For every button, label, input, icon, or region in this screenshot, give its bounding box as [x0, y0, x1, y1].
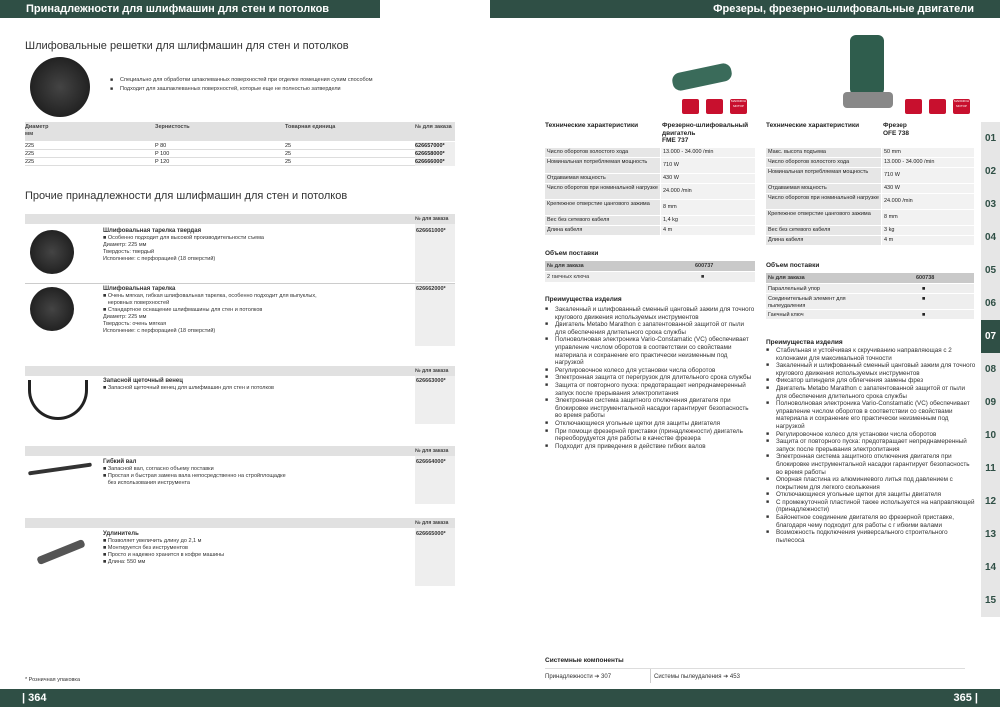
- grid-image: [30, 57, 90, 117]
- chapter-tab-03[interactable]: 03: [981, 188, 1000, 221]
- grid-table: 225 P 80 25 626657000* 225 P 100 25 626658000* 2…: [25, 142, 455, 166]
- advantage-item: Фиксатор шпинделя для облегчения замены …: [766, 377, 976, 385]
- spec-row: Число оборотов при номинальной нагрузке 2…: [545, 184, 755, 200]
- chapter-tab-02[interactable]: 02: [981, 155, 1000, 188]
- advantage-item: Закаленный и шлифованный сменный цанговы…: [766, 362, 976, 377]
- advantages-ofe738: Стабильная и устойчивая к скручиванию на…: [766, 347, 976, 544]
- spec-row: Число оборотов холостого хода 13.000 - 34…: [766, 158, 974, 168]
- badge-3: [905, 99, 922, 114]
- ofe738-image: [850, 35, 884, 95]
- left-page-number: | 364: [0, 689, 490, 707]
- spec-row: Длина кабеля 4 m: [766, 236, 974, 246]
- product-soft-pad: Шлифовальная тарелка ■ Очень мягкая, гиб…: [103, 286, 317, 334]
- chapter-tab-12[interactable]: 12: [981, 485, 1000, 518]
- spec-row: Номинальная потребляемая мощность 710 W: [545, 158, 755, 174]
- chapter-tab-04[interactable]: 04: [981, 221, 1000, 254]
- advantage-item: Стабильная и устойчивая к скручиванию на…: [766, 347, 976, 362]
- chapter-tab-14[interactable]: 14: [981, 551, 1000, 584]
- badge-2: [706, 99, 723, 114]
- link-dust-extraction[interactable]: Системы пылеудаления ➔ 453: [654, 673, 740, 680]
- spec-row: Макс. высота подъема 50 mm: [766, 148, 974, 158]
- delivery-ofe738: Параллельный упор ■ Соединительный элемент…: [766, 284, 974, 320]
- product-brush-ring: Запасной щеточный венец ■ Запасной щеточн…: [103, 378, 274, 391]
- spec-row: Номинальная потребляемая мощность 710 W: [766, 168, 974, 184]
- section-title-other: Прочие принадлежности для шлифмашин для …: [25, 190, 348, 202]
- model-fme737: Фрезерно-шлифовальный двигатель FME 737: [662, 122, 749, 144]
- chapter-tab-05[interactable]: 05: [981, 254, 1000, 287]
- table-row: 225 P 100 25 626658000*: [25, 150, 455, 158]
- spec-row: Число оборотов холостого хода 13.000 - 34…: [545, 148, 755, 158]
- spec-row: Крепежное отверстие цангового зажима 8 mm: [766, 210, 974, 226]
- delivery-row: Параллельный упор ■: [766, 284, 974, 294]
- right-page-number: 365 |: [490, 689, 1000, 707]
- chapter-tab-08[interactable]: 08: [981, 353, 1000, 386]
- brush-ring-image: [28, 380, 88, 420]
- table-row: 225 P 120 25 626666000*: [25, 158, 455, 166]
- advantage-item: Полноволновая электроника Vario-Constama…: [766, 400, 976, 430]
- delivery-row: Гаечный ключ ■: [766, 310, 974, 320]
- footnote: * Розничная упаковка: [25, 677, 81, 683]
- advantage-item: Защита от повторного пуска: предотвращае…: [766, 438, 976, 453]
- advantage-item: Закаленный и шлифованный сменный цанговы…: [545, 306, 755, 321]
- advantage-item: Электронная защита от перегрузок для дли…: [545, 374, 755, 382]
- advantage-item: Двигатель Metabo Marathon с запатентован…: [545, 321, 755, 336]
- table-header: [25, 122, 455, 141]
- chapter-tab-11[interactable]: 11: [981, 452, 1000, 485]
- model-ofe738: Фрезер OFE 738: [883, 122, 910, 137]
- advantage-item: Отключающиеся угольные щетки для защиты …: [545, 420, 755, 428]
- advantage-item: Возможность подключения универсального с…: [766, 529, 976, 544]
- advantage-item: При помощи фрезерной приставки (принадле…: [545, 428, 755, 443]
- product-flex-shaft: Гибкий вал ■ Запасной вал, согласно объе…: [103, 459, 286, 486]
- advantage-item: Опорная пластина из алюминиевого литья п…: [766, 476, 976, 491]
- system-components-title: Системные компоненты: [545, 657, 624, 664]
- col-diameter: Диаметр: [25, 124, 49, 130]
- fme737-image: [670, 61, 734, 93]
- right-header: Фрезеры, фрезерно-шлифовальные двигатели: [490, 0, 1000, 18]
- grid-bullets: Специально для обработки шпаклеванных по…: [110, 76, 440, 94]
- chapter-tab-01[interactable]: 01: [981, 122, 1000, 155]
- soft-pad-image: [30, 287, 74, 331]
- product-extension: Удлинитель ■ Позволяет увеличить длину д…: [103, 531, 225, 565]
- flex-shaft-image: [28, 462, 92, 476]
- advantage-item: Электронная система защитного отключения…: [766, 453, 976, 476]
- chapter-tab-09[interactable]: 09: [981, 386, 1000, 419]
- link-accessories[interactable]: Принадлежности ➔ 307: [545, 673, 611, 680]
- extension-image: [36, 538, 86, 566]
- chapter-tab-13[interactable]: 13: [981, 518, 1000, 551]
- chapter-tab-07[interactable]: 07: [981, 320, 1000, 353]
- badge-1: [682, 99, 699, 114]
- advantage-item: Двигатель Metabo Marathon с запатентован…: [766, 385, 976, 400]
- spec-row: Число оборотов при номинальной нагрузке 2…: [766, 194, 974, 210]
- specs-ofe738: Макс. высота подъема 50 mm Число оборотов …: [766, 148, 974, 246]
- advantage-item: Подходит для приведения в действие гибки…: [545, 443, 755, 451]
- chapter-tab-15[interactable]: 15: [981, 584, 1000, 617]
- spec-row: Вес без сетевого кабеля 1,4 kg: [545, 216, 755, 226]
- section-title-grids: Шлифовальные решетки для шлифмашин для с…: [25, 40, 349, 52]
- advantage-item: Отключающиеся угольные щетки для защиты …: [766, 491, 976, 499]
- tech-label-1: Технические характеристики: [545, 122, 639, 129]
- marathon-badge: МАРАФОН МОТОР: [730, 99, 747, 114]
- product-hard-pad: Шлифовальная тарелка твердая ■ Особенно …: [103, 228, 264, 262]
- hard-pad-image: [30, 230, 74, 274]
- spec-row: Крепежное отверстие цангового зажима 8 mm: [545, 200, 755, 216]
- advantage-item: Защита от повторного пуска: предотвращае…: [545, 382, 755, 397]
- advantage-item: Байонетное соединение двигателя во фрезе…: [766, 514, 976, 529]
- spec-row: Отдаваемая мощность 430 W: [545, 174, 755, 184]
- advantage-item: Полноволновая электроника Vario-Constama…: [545, 336, 755, 366]
- left-header: Принадлежности для шлифмашин для стен и …: [0, 0, 380, 18]
- advantage-item: Регулировочное колесо для установки числ…: [766, 431, 976, 439]
- chapter-tab-10[interactable]: 10: [981, 419, 1000, 452]
- chapter-tab-06[interactable]: 06: [981, 287, 1000, 320]
- specs-fme737: Число оборотов холостого хода 13.000 - 34…: [545, 148, 755, 236]
- table-row: 225 P 80 25 626657000*: [25, 142, 455, 150]
- advantages-fme737: Закаленный и шлифованный сменный цанговы…: [545, 306, 755, 450]
- spec-row: Вес без сетевого кабеля 3 kg: [766, 226, 974, 236]
- badge-4: [929, 99, 946, 114]
- delivery-row: Соединительный элемент для пылеудаления ■: [766, 294, 974, 310]
- spec-row: Длина кабеля 4 m: [545, 226, 755, 236]
- tech-label-2: Технические характеристики: [766, 122, 860, 129]
- advantage-item: С промежуточной пластиной также использу…: [766, 499, 976, 514]
- spec-row: Отдаваемая мощность 430 W: [766, 184, 974, 194]
- advantage-item: Электронная система защитного отключения…: [545, 397, 755, 420]
